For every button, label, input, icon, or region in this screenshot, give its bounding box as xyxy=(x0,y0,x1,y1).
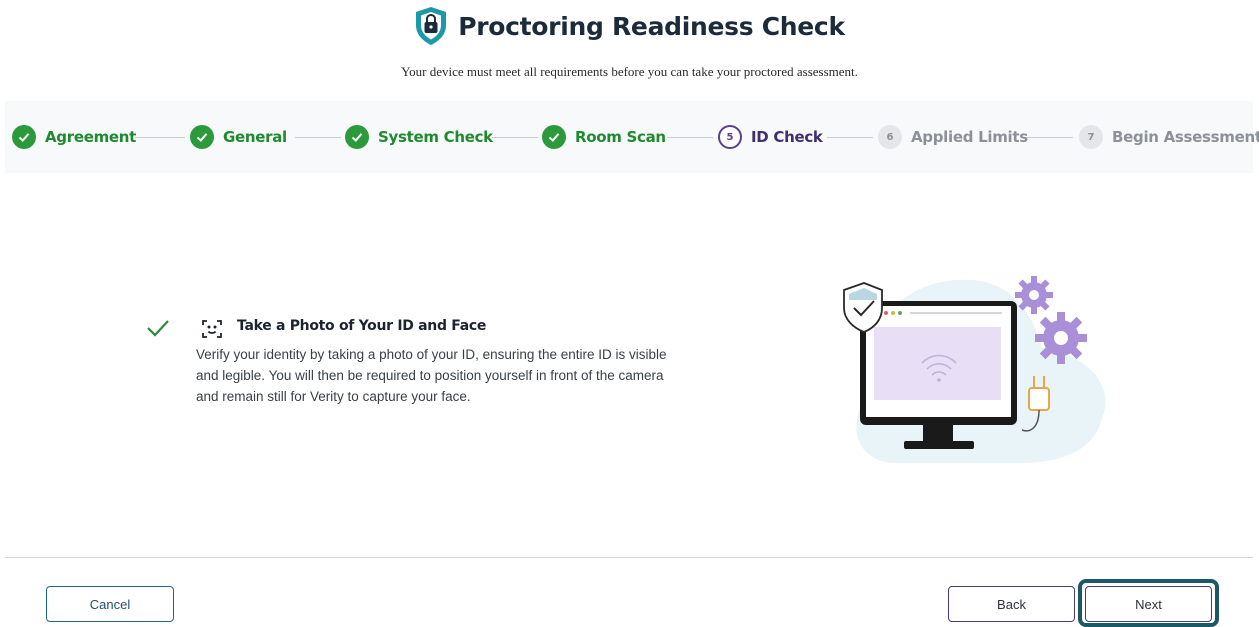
step-number: 6 xyxy=(886,131,894,143)
step-connector xyxy=(827,137,873,138)
back-button[interactable]: Back xyxy=(948,586,1075,622)
shield-lock-icon xyxy=(414,6,448,46)
step-connector xyxy=(1027,137,1073,138)
step-system-check: System Check xyxy=(345,125,493,149)
step-label: Begin Assessment xyxy=(1112,128,1259,146)
step-number: 7 xyxy=(1087,131,1095,143)
step-label: System Check xyxy=(378,128,493,146)
step-label: Room Scan xyxy=(575,128,666,146)
step-number-badge: 7 xyxy=(1079,125,1103,149)
step-general: General xyxy=(190,125,287,149)
step-label: Agreement xyxy=(45,128,137,146)
step-number-badge: 6 xyxy=(878,125,902,149)
step-agreement: Agreement xyxy=(12,125,136,149)
face-scan-icon xyxy=(200,317,224,346)
step-id-check: 5 ID Check xyxy=(718,125,823,149)
step-number-badge: 5 xyxy=(718,125,742,149)
progress-stepper: Agreement General System Check Room Scan… xyxy=(5,101,1259,173)
check-circle-icon xyxy=(345,125,369,149)
check-circle-icon xyxy=(12,125,36,149)
step-room-scan: Room Scan xyxy=(542,125,666,149)
step-connector xyxy=(492,137,538,138)
next-button[interactable]: Next xyxy=(1085,586,1212,622)
page-title: Proctoring Readiness Check xyxy=(458,11,845,41)
title-row: Proctoring Readiness Check xyxy=(0,6,1259,46)
content-title: Take a Photo of Your ID and Face xyxy=(237,318,487,334)
step-label: Applied Limits xyxy=(911,128,1028,146)
step-connector xyxy=(295,137,341,138)
content-description: Verify your identity by taking a photo o… xyxy=(196,347,667,404)
page-subtitle: Your device must meet all requirements b… xyxy=(401,64,858,79)
checkmark-icon xyxy=(146,318,170,343)
page-header: Proctoring Readiness Check Your device m… xyxy=(0,0,1259,95)
step-connector xyxy=(667,137,713,138)
step-connector xyxy=(135,137,185,138)
check-circle-icon xyxy=(542,125,566,149)
step-begin-assessment: 7 Begin Assessment xyxy=(1079,125,1259,149)
check-circle-icon xyxy=(190,125,214,149)
cancel-button[interactable]: Cancel xyxy=(46,586,174,622)
computer-security-illustration xyxy=(832,268,1112,473)
step-label: General xyxy=(223,128,287,146)
footer-divider xyxy=(5,557,1253,558)
step-label: ID Check xyxy=(751,128,823,146)
step-applied-limits: 6 Applied Limits xyxy=(878,125,1028,149)
step-number: 5 xyxy=(726,131,734,143)
